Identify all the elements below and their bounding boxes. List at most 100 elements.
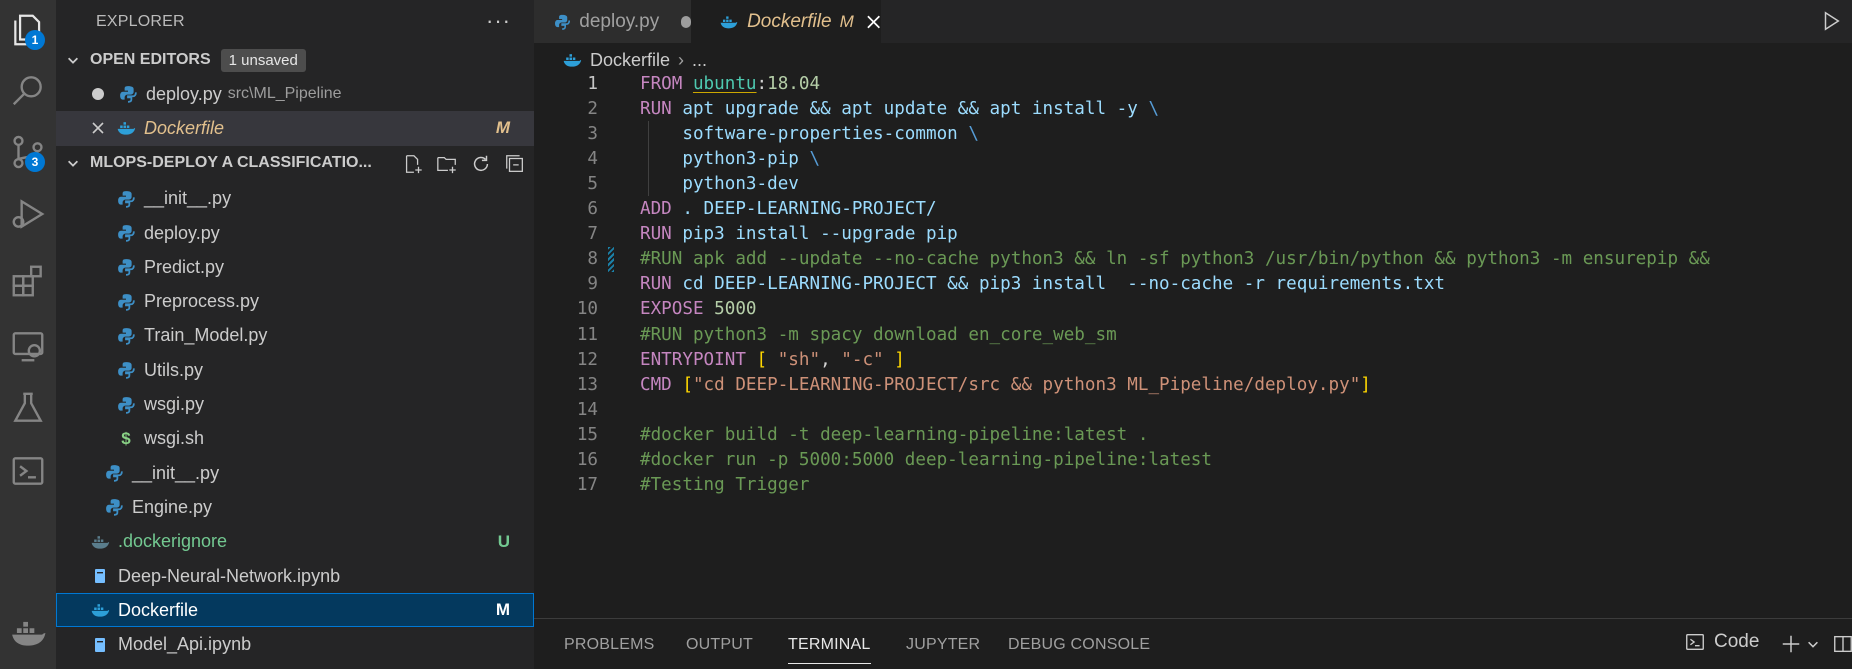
collapse-all-icon[interactable] [504,153,526,175]
python-file-icon [116,326,136,346]
code-line[interactable]: 13 CMD ["cd DEEP-LEARNING-PROJECT/src && … [534,372,1852,397]
file-tree-item[interactable]: Dockerfile M [56,593,534,628]
file-name: Dockerfile [118,599,199,620]
tab-deploy[interactable]: deploy.py [534,0,691,43]
line-number: 7 [587,224,598,245]
workspace-section[interactable]: MLOPS-DEPLOY A CLASSIFICATIO... [56,146,534,180]
tab-dockerfile[interactable]: Dockerfile M [691,0,881,43]
line-number: 9 [587,274,598,295]
file-tree-item[interactable]: Engine.py [56,490,534,524]
code-line[interactable]: 5 python3-dev [534,171,1852,196]
git-status-badge: M [495,600,510,620]
line-number: 12 [576,349,598,370]
open-editor-name: Dockerfile [144,117,225,138]
code-line[interactable]: 7 RUN pip3 install --upgrade pip [534,222,1852,247]
notebook-file-icon [90,635,110,655]
code-line[interactable]: 12 ENTRYPOINT [ "sh", "-c" ] [534,347,1852,372]
run-icon[interactable] [1820,10,1842,32]
docker-file-icon [90,600,110,620]
line-number: 16 [576,450,598,470]
breadcrumb-file[interactable]: Dockerfile [590,50,670,71]
close-icon[interactable] [90,120,106,136]
unsaved-dot-icon[interactable] [92,88,104,101]
file-name: Train_Model.py [144,325,268,346]
code-line[interactable]: 14 [534,397,1852,422]
python-file-icon [116,257,136,277]
panel-tab-jupyter[interactable]: JUPYTER [906,619,980,669]
panel-tab-debug-console[interactable]: DEBUG CONSOLE [1008,619,1150,669]
code-editor[interactable]: 1 FROM ubuntu:18.04 2 RUN apt upgrade && ap… [534,71,1852,523]
code-line[interactable]: 17 #Testing Trigger [534,473,1852,498]
code-text: software-properties-common \ [640,123,979,144]
new-file-icon[interactable] [402,153,424,175]
git-change-marker[interactable] [608,246,614,272]
python-file-icon [104,497,124,517]
breadcrumb-rest[interactable]: ... [692,50,707,71]
code-line[interactable]: 6 ADD . DEEP-LEARNING-PROJECT/ [534,197,1852,222]
indent-guide [648,121,649,197]
code-text: FROM ubuntu:18.04 [640,73,821,94]
panel-tab-output[interactable]: OUTPUT [686,619,753,669]
open-editors-section[interactable]: OPEN EDITORS 1 unsaved [56,43,534,77]
run-debug-icon[interactable] [0,186,56,242]
terminal-selector[interactable]: Code [1684,631,1759,653]
editor-area: deploy.py Dockerfile M Dockerfile › ... … [534,0,1852,669]
add-terminal-icon[interactable] [1780,633,1802,655]
code-line[interactable]: 9 RUN cd DEEP-LEARNING-PROJECT && pip3 in… [534,272,1852,297]
code-line[interactable]: 3 software-properties-common \ [534,121,1852,146]
file-tree-item[interactable]: .dockerignore U [56,525,534,559]
panel-tab-problems[interactable]: PROBLEMS [564,619,655,669]
file-tree-item[interactable]: $ wsgi.sh [56,422,534,456]
file-tree-item[interactable]: __init__.py [56,456,534,490]
open-editors-label: OPEN EDITORS [90,51,211,68]
terminal-icon[interactable] [0,443,56,499]
file-tree-item[interactable]: __init__.py [56,182,534,216]
source-control-icon[interactable]: 3 [0,124,56,180]
search-icon[interactable] [0,62,56,118]
code-line[interactable]: 11 #RUN python3 -m spacy download en_core… [534,322,1852,347]
testing-icon[interactable] [0,380,56,436]
line-number: 6 [587,199,598,219]
code-line[interactable]: 8 #RUN apk add --update --no-cache python… [534,246,1852,272]
code-line[interactable]: 2 RUN apt upgrade && apt update && apt in… [534,96,1852,121]
refresh-icon[interactable] [470,153,492,175]
code-text: python3-pip \ [640,148,821,169]
code-text: #docker run -p 5000:5000 deep-learning-p… [640,450,1212,470]
file-tree-item[interactable]: wsgi.py [56,387,534,421]
code-line[interactable]: 16 #docker run -p 5000:5000 deep-learning… [534,448,1852,473]
code-text: ADD . DEEP-LEARNING-PROJECT/ [640,199,937,219]
more-actions-icon[interactable]: ··· [486,8,511,34]
docker-icon[interactable] [0,605,56,661]
tab-bar: deploy.py Dockerfile M [534,0,1852,43]
file-tree-item[interactable]: Deep-Neural-Network.ipynb [56,559,534,593]
new-folder-icon[interactable] [436,153,458,175]
file-name: Predict.py [144,256,225,277]
explorer-icon[interactable]: 1 [0,2,56,58]
file-tree-item[interactable]: Preprocess.py [56,284,534,318]
file-tree-item[interactable]: Model_Api.ipynb [56,627,534,661]
code-line[interactable]: 10 EXPOSE 5000 [534,297,1852,322]
close-icon[interactable] [866,14,881,30]
file-name: wsgi.py [144,394,205,415]
open-editor-item-dockerfile[interactable]: Dockerfile M [56,111,534,146]
code-line[interactable]: 1 FROM ubuntu:18.04 [534,71,1852,96]
unsaved-dot-icon[interactable] [681,15,691,28]
file-tree-item[interactable]: Train_Model.py [56,319,534,353]
file-tree-item[interactable]: deploy.py [56,216,534,250]
file-tree-item[interactable]: Predict.py [56,250,534,284]
docker-file-icon [563,54,582,67]
code-line[interactable]: 4 python3-pip \ [534,146,1852,171]
chevron-down-icon[interactable] [1806,633,1820,655]
unsaved-badge: 1 unsaved [220,48,306,72]
file-tree-item[interactable]: Utils.py [56,353,534,387]
panel-tab-terminal[interactable]: TERMINAL [788,619,871,669]
open-editor-item-deploy[interactable]: deploy.py src\ML_Pipeline [56,77,534,111]
split-terminal-icon[interactable] [1832,633,1852,655]
python-file-icon [555,14,571,30]
code-text: #Testing Trigger [640,475,810,496]
extensions-icon[interactable] [0,253,56,309]
file-name: Deep-Neural-Network.ipynb [118,565,341,586]
remote-explorer-icon[interactable] [0,318,56,374]
code-line[interactable]: 15 #docker build -t deep-learning-pipelin… [534,422,1852,447]
tree-actions [402,153,526,175]
